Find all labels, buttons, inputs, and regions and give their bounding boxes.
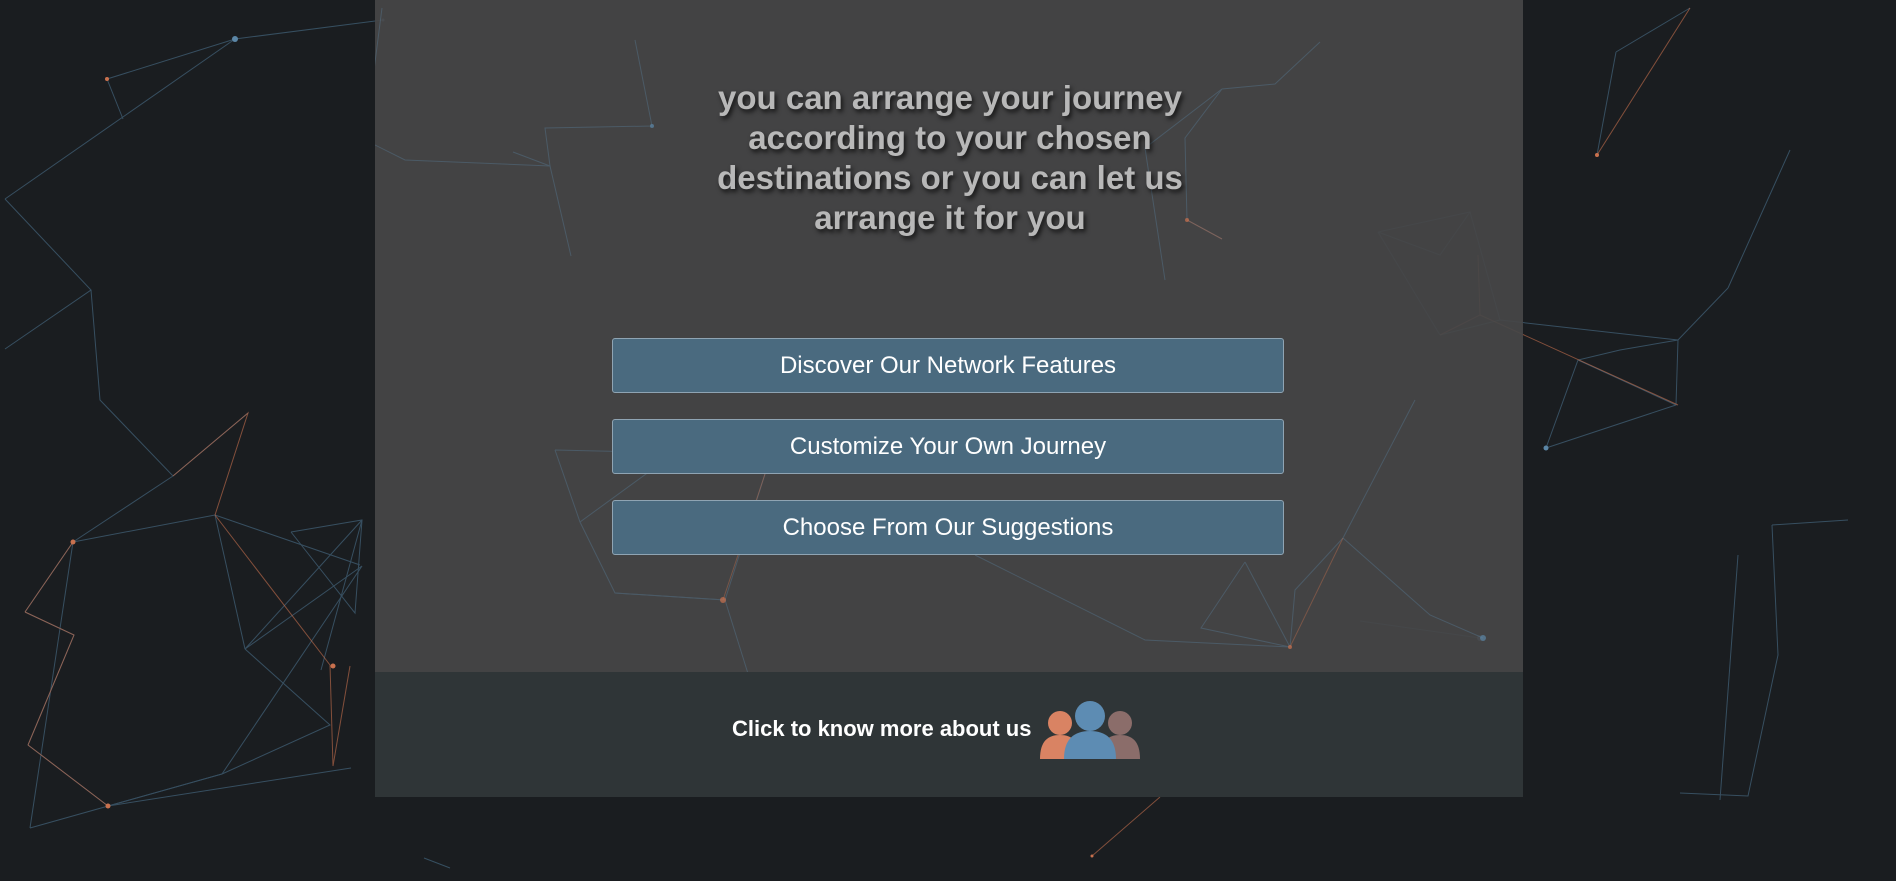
about-us-link[interactable]: Click to know more about us <box>732 699 1144 759</box>
footer-bar: Click to know more about us <box>375 672 1523 797</box>
hero-headline: you can arrange your journey according t… <box>717 79 1183 236</box>
customize-journey-button[interactable]: Customize Your Own Journey <box>612 419 1284 474</box>
team-icon <box>1040 701 1141 759</box>
discover-network-features-button[interactable]: Discover Our Network Features <box>612 338 1284 393</box>
choose-suggestions-button[interactable]: Choose From Our Suggestions <box>612 500 1284 555</box>
about-us-label: Click to know more about us <box>732 716 1032 741</box>
main-panel: you can arrange your journey according t… <box>375 0 1523 672</box>
